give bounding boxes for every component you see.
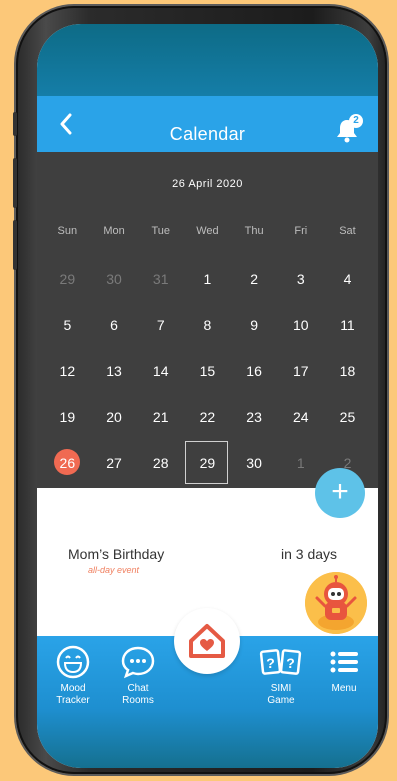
mascot-avatar[interactable] [305, 572, 367, 634]
weekday-header: Sun Mon Tue Wed Thu Fri Sat [44, 225, 371, 237]
calendar-day[interactable]: 27 [91, 440, 138, 486]
weekday-label: Mon [103, 225, 125, 237]
app-screen: Calendar 2 26 April 2020 Sun Mon Tue Wed… [37, 24, 378, 768]
weekday-label: Wed [196, 225, 219, 237]
calendar-week: 5 6 7 8 9 10 11 [44, 302, 371, 348]
event-subtitle: all-day event [88, 565, 140, 575]
chat-bubble-icon [121, 646, 155, 679]
calendar-day[interactable]: 20 [91, 394, 138, 440]
bottom-tab-bar: Mood Tracker Chat Rooms ? ? SIMI Game Me… [37, 608, 378, 768]
calendar-day[interactable]: 13 [91, 348, 138, 394]
calendar-day[interactable]: 1 [184, 256, 231, 302]
calendar-day[interactable]: 21 [137, 394, 184, 440]
calendar-day[interactable]: 7 [137, 302, 184, 348]
month-label: 26 April 2020 [172, 178, 243, 190]
weekday-label: Tue [151, 225, 170, 237]
event-countdown: in 3 days [281, 546, 338, 562]
weekday-label: Thu [244, 225, 264, 237]
calendar-day[interactable]: 6 [91, 302, 138, 348]
weekday-label: Fri [294, 225, 308, 237]
menu-list-icon [330, 651, 358, 673]
home-heart-icon [189, 624, 225, 658]
calendar-day[interactable]: 23 [231, 394, 278, 440]
calendar-day[interactable]: 18 [324, 348, 371, 394]
calendar-day[interactable]: 17 [277, 348, 324, 394]
calendar-day[interactable]: 12 [44, 348, 91, 394]
notification-badge: 2 [349, 114, 363, 128]
calendar-day[interactable]: 25 [324, 394, 371, 440]
calendar-day-label: 26 [59, 455, 76, 471]
calendar-day[interactable]: 5 [44, 302, 91, 348]
calendar-day[interactable]: 8 [184, 302, 231, 348]
tab-simi-game[interactable]: ? ? SIMI Game [251, 644, 311, 707]
tab-chat-rooms[interactable]: Chat Rooms [107, 644, 169, 707]
calendar-day[interactable]: 9 [231, 302, 278, 348]
page-title: Calendar [169, 124, 246, 144]
smiley-icon [56, 645, 90, 679]
tab-mood-tracker[interactable]: Mood Tracker [43, 644, 103, 707]
tab-menu[interactable]: Menu [317, 644, 371, 695]
add-event-button[interactable]: + [315, 468, 365, 518]
tab-label: Chat Rooms [122, 683, 154, 706]
calendar-day[interactable]: 24 [277, 394, 324, 440]
event-title: Mom’s Birthday [68, 546, 165, 562]
tab-label: Mood Tracker [56, 683, 90, 706]
calendar-day[interactable]: 3 [277, 256, 324, 302]
calendar-day[interactable]: 31 [137, 256, 184, 302]
calendar-week: 12 13 14 15 16 17 18 [44, 348, 371, 394]
calendar-day-selected[interactable]: 29 [184, 440, 231, 486]
tab-label: Menu [331, 683, 357, 694]
calendar-day[interactable]: 15 [184, 348, 231, 394]
calendar-day[interactable]: 14 [137, 348, 184, 394]
svg-text:?: ? [266, 655, 275, 671]
question-cards-icon: ? ? [259, 649, 302, 675]
calendar-day-today[interactable]: 26 [44, 440, 91, 486]
calendar-day[interactable]: 1 [277, 440, 324, 486]
calendar-day[interactable]: 30 [91, 256, 138, 302]
tab-label: SIMI Game [267, 683, 295, 706]
robot-mascot-icon [305, 572, 367, 634]
volume-up-button [13, 158, 17, 208]
calendar-day[interactable]: 30 [231, 440, 278, 486]
calendar-day[interactable]: 28 [137, 440, 184, 486]
calendar-week: 19 20 21 22 23 24 25 [44, 394, 371, 440]
home-button[interactable] [174, 608, 240, 674]
volume-down-button [13, 220, 17, 270]
weekday-label: Sun [57, 225, 78, 237]
calendar-day[interactable]: 4 [324, 256, 371, 302]
calendar-day[interactable]: 16 [231, 348, 278, 394]
calendar-day[interactable]: 2 [231, 256, 278, 302]
calendar-day[interactable]: 11 [324, 302, 371, 348]
calendar-grid: 29 30 31 1 2 3 4 5 6 7 8 9 10 11 12 13 1… [44, 256, 371, 486]
calendar-day[interactable]: 22 [184, 394, 231, 440]
notifications-button[interactable]: 2 [333, 114, 367, 144]
mute-switch [13, 112, 17, 136]
calendar-week: 29 30 31 1 2 3 4 [44, 256, 371, 302]
calendar-day[interactable]: 19 [44, 394, 91, 440]
weekday-label: Sat [339, 225, 356, 237]
calendar-panel: 26 April 2020 Sun Mon Tue Wed Thu Fri Sa… [37, 152, 378, 488]
nav-bar: Calendar 2 [37, 96, 378, 152]
svg-text:?: ? [286, 655, 295, 671]
calendar-day[interactable]: 29 [44, 256, 91, 302]
calendar-day[interactable]: 10 [277, 302, 324, 348]
